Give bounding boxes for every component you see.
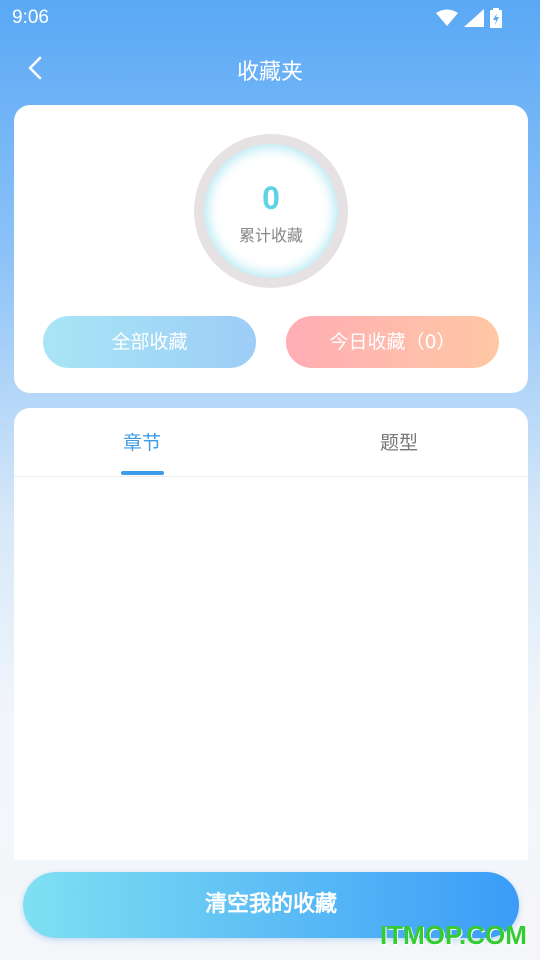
all-favorites-button[interactable]: 全部收藏 xyxy=(43,316,256,368)
page-title: 收藏夹 xyxy=(236,60,303,85)
status-icons xyxy=(436,8,502,32)
total-count-ring: 0 累计收藏 xyxy=(194,134,348,288)
site-watermark: ITMOP.COM xyxy=(380,920,527,950)
favorites-list-card: 章节 题型 xyxy=(14,408,528,860)
wifi-icon xyxy=(436,9,458,31)
battery-icon xyxy=(490,8,502,32)
total-count-circle: 0 累计收藏 xyxy=(206,146,336,276)
status-time: 9:06 xyxy=(12,7,49,28)
today-favorites-button[interactable]: 今日收藏（0） xyxy=(286,316,499,368)
active-tab-indicator xyxy=(121,471,164,475)
status-bar: 9:06 xyxy=(0,0,540,36)
summary-card: 0 累计收藏 全部收藏 今日收藏（0） xyxy=(14,105,528,393)
total-count: 0 xyxy=(262,180,280,216)
total-count-label: 累计收藏 xyxy=(238,226,303,245)
signal-icon xyxy=(464,9,484,31)
nav-bar: 收藏夹 xyxy=(0,44,540,92)
tab-chapter[interactable]: 章节 xyxy=(42,428,242,455)
tab-question-type[interactable]: 题型 xyxy=(299,428,499,455)
tab-bar: 章节 题型 xyxy=(14,408,528,477)
